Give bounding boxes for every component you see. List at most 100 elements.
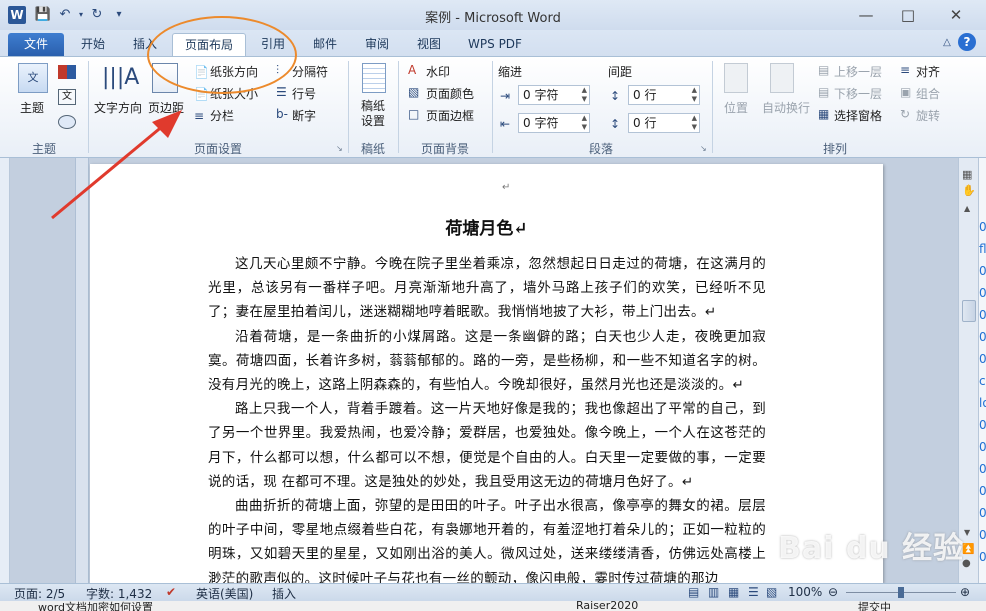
paragraph-launcher-icon[interactable]: ↘ [700,144,707,153]
outline-icon[interactable]: ☰ [748,585,759,599]
columns-icon: ≡ [194,109,205,123]
insert-mode[interactable]: 插入 [272,585,296,602]
page-setup-launcher-icon[interactable]: ↘ [336,144,343,153]
spacing-after-input[interactable]: 0 行 ▲ ▼ [628,113,700,133]
taskbar-strip: word文档加密如何设置 Raiser2020 提交中 [0,601,986,611]
edge-char: 0 [979,264,986,278]
taskbar-item[interactable]: Raiser2020 [576,601,638,611]
line-numbers-button[interactable]: 行号 [292,85,316,102]
spin-arrows-icon[interactable]: ▲ ▼ [582,114,587,132]
page-border-button[interactable]: 页面边框 [426,107,474,124]
collapse-ribbon-icon[interactable]: △ [938,34,956,52]
minimize-button[interactable]: — [848,4,884,26]
tab-file[interactable]: 文件 [8,33,64,56]
proofing-icon[interactable]: ✔ [166,585,176,599]
indent-label: 缩进 [498,65,523,79]
print-layout-icon[interactable]: ▤ [688,585,699,599]
spin-arrows-icon[interactable]: ▲ ▼ [692,114,697,132]
document-paragraph[interactable]: 沿着荷塘，是一条曲折的小煤屑路。这是一条幽僻的路；白天也少人走，夜晚更加寂寞。荷… [208,325,766,398]
word-count[interactable]: 字数: 1,432 [86,585,152,602]
tab-review[interactable]: 审阅 [354,33,400,56]
align-button[interactable]: 对齐 [916,63,940,80]
page-indicator[interactable]: 页面: 2/5 [14,585,65,602]
status-bar: 页面: 2/5 字数: 1,432 ✔ 英语(美国) 插入 ▤ ▥ ▦ ☰ ▧ … [0,583,986,601]
tab-view[interactable]: 视图 [406,33,452,56]
spacing-before-input[interactable]: 0 行 ▲ ▼ [628,85,700,105]
title-bar: W 💾 ↶ ▾ ↻ ▾ 案例 - Microsoft Word — □ ✕ [0,0,986,30]
zoom-out-icon[interactable]: ⊖ [828,585,838,599]
position-icon[interactable] [724,63,748,93]
indent-right-icon: ⇤ [500,117,511,131]
hand-icon[interactable]: ✋ [962,184,976,197]
zoom-level[interactable]: 100% [788,585,822,599]
columns-button[interactable]: 分栏 [210,107,234,124]
group-label-paragraph: 段落 [588,142,613,156]
vertical-scrollbar[interactable]: ▦ ✋ ▲ ▼ ⏫ ● [958,158,978,583]
language-indicator[interactable]: 英语(美国) [196,585,253,602]
window-title: 案例 - Microsoft Word [425,11,561,26]
edge-char: fl [979,242,986,256]
spin-arrows-icon[interactable]: ▲ ▼ [692,86,697,104]
breaks-button[interactable]: 分隔符 [292,63,328,80]
manuscript-icon[interactable] [362,63,386,93]
group-label-manuscript: 稿纸 [360,142,385,156]
spacing-before-icon: ↕ [610,89,621,103]
edge-char: 0 [979,352,986,366]
ruler-toggle-icon[interactable]: ▦ [962,168,972,181]
edge-char: lo [979,396,986,410]
wrap-text-button[interactable]: 自动换行 [762,99,810,116]
spacing-after-icon: ↕ [610,117,621,131]
indent-left-input[interactable]: 0 字符 ▲ ▼ [518,85,590,105]
taskbar-item[interactable]: word文档加密如何设置 [38,601,153,611]
watermark-icon: A [408,63,417,77]
close-button[interactable]: ✕ [938,4,974,26]
zoom-in-icon[interactable]: ⊕ [960,585,970,599]
tab-home[interactable]: 开始 [70,33,116,56]
tab-mailings[interactable]: 邮件 [302,33,348,56]
hyphenation-icon: b‐ [276,107,288,121]
page-color-button[interactable]: 页面颜色 [426,85,474,102]
themes-icon[interactable]: 文 [18,63,48,93]
document-paragraph[interactable]: 曲曲折折的荷塘上面，弥望的是田田的叶子。叶子出水很高，像亭亭的舞女的裙。层层的叶… [208,494,766,583]
indent-right-input[interactable]: 0 字符 ▲ ▼ [518,113,590,133]
wrap-text-icon[interactable] [770,63,794,93]
edge-char: 0 [979,506,986,520]
baidu-watermark: Bai du 经验 [778,531,965,566]
web-layout-icon[interactable]: ▦ [728,585,739,599]
watermark-button[interactable]: 水印 [426,63,450,80]
taskbar-item[interactable]: 提交中 [858,601,891,611]
left-panel-strip [0,158,10,583]
selection-pane-button[interactable]: 选择窗格 [834,107,882,124]
document-body[interactable]: 这几天心里颇不宁静。今晚在院子里坐着乘凉，忽然想起日日走过的荷塘，在这满月的光里… [208,252,766,583]
draft-icon[interactable]: ▧ [766,585,777,599]
scroll-down-icon[interactable]: ▼ [964,528,970,537]
send-backward-icon: ▤ [818,85,830,99]
send-backward-button[interactable]: 下移一层 [834,85,882,102]
edge-char: 0 [979,528,986,542]
spacing-label: 间距 [608,65,633,79]
edge-char: 0 [979,308,986,322]
maximize-button[interactable]: □ [890,4,926,26]
rotate-button[interactable]: 旋转 [916,107,940,124]
document-paragraph[interactable]: 路上只我一个人，背着手踱着。这一片天地好像是我的；我也像超出了平常的自己，到了另… [208,397,766,494]
document-paragraph[interactable]: 这几天心里颇不宁静。今晚在院子里坐着乘凉，忽然想起日日走过的荷塘，在这满月的光里… [208,252,766,325]
bring-forward-button[interactable]: 上移一层 [834,63,882,80]
scroll-up-icon[interactable]: ▲ [964,204,970,213]
text-direction-icon[interactable]: |||A [102,63,139,93]
theme-colors-icon[interactable] [58,65,76,79]
spin-arrows-icon[interactable]: ▲ ▼ [582,86,587,104]
document-title[interactable]: 荷塘月色↵ [90,214,883,239]
tab-wps-pdf[interactable]: WPS PDF [462,33,528,56]
position-button[interactable]: 位置 [724,99,748,116]
document-page[interactable]: ↵ 荷塘月色↵ 这几天心里颇不宁静。今晚在院子里坐着乘凉，忽然想起日日走过的荷塘… [90,164,883,583]
manuscript-settings-button[interactable]: 稿纸设置 [361,99,387,129]
right-edge-panel: 0 fl 0 0 0 0 0 c4 lo 0 0 0 0 0 0 0 [978,158,986,583]
group-button[interactable]: 组合 [916,85,940,102]
help-icon[interactable]: ? [958,33,976,51]
hyphenation-button[interactable]: 断字 [292,107,316,124]
full-screen-icon[interactable]: ▥ [708,585,719,599]
scrollbar-thumb[interactable] [962,300,976,322]
red-arrow-icon [51,110,182,220]
edge-char: 0 [979,440,986,454]
zoom-slider-thumb[interactable] [898,587,904,598]
